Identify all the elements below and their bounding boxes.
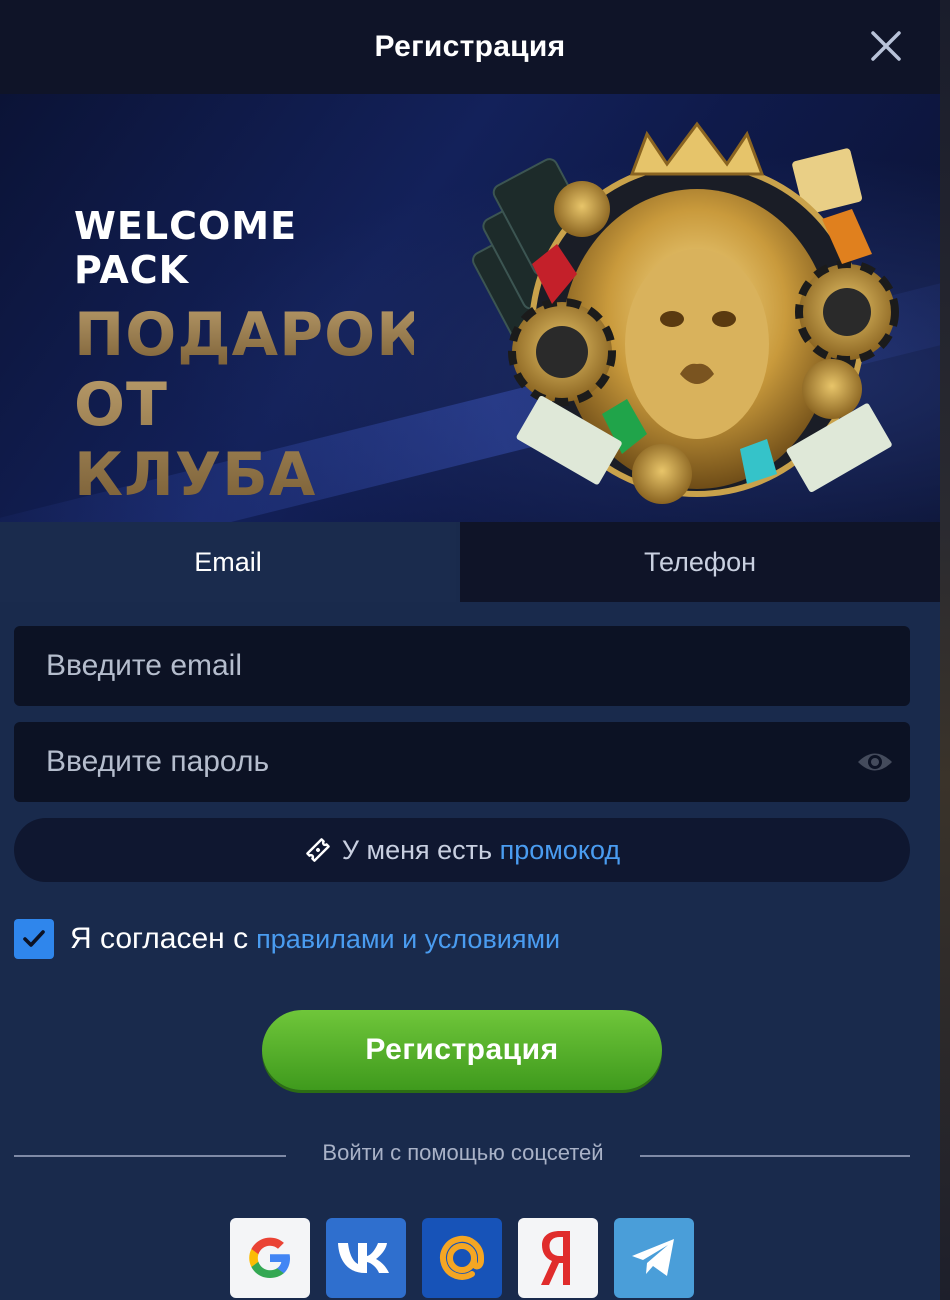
check-icon [23,930,45,947]
password-field-wrapper [14,722,910,802]
password-input[interactable] [46,745,806,779]
telegram-icon [632,1239,674,1276]
social-login-caption: Войти с помощью соцсетей [322,1140,604,1165]
mail-at-icon [440,1235,485,1280]
promo-banner: WELCOME PACK ПОДАРОК ОТ КЛУБА [0,94,940,522]
register-button[interactable]: Регистрация [262,1010,662,1090]
promo-link[interactable]: промокод [500,835,621,866]
ticket-icon [306,838,330,862]
modal-title: Регистрация [374,30,566,63]
yandex-login-button[interactable] [518,1218,598,1298]
email-input[interactable] [46,649,806,683]
auth-tabs: Email Телефон [0,522,940,602]
vk-login-button[interactable] [326,1218,406,1298]
banner-gift-line2: ОТ КЛУБА [74,370,414,510]
telegram-login-button[interactable] [614,1218,694,1298]
mail-login-button[interactable] [422,1218,502,1298]
banner-gift-line1: ПОДАРОК [74,300,427,370]
social-login-buttons [230,1218,694,1298]
promo-code-toggle[interactable]: У меня есть промокод [14,818,910,882]
yandex-icon [541,1231,570,1285]
terms-link[interactable]: правилами и условиями [256,924,560,955]
tab-phone[interactable]: Телефон [460,522,940,602]
google-icon [249,1237,290,1278]
lion-emblem-image [472,121,899,504]
banner-text: WELCOME PACK ПОДАРОК ОТ КЛУБА [74,204,427,510]
modal-header: Регистрация [0,0,940,94]
eye-icon[interactable] [856,747,894,777]
close-icon [871,31,901,61]
close-button[interactable] [868,28,904,64]
email-field-wrapper [14,626,910,706]
terms-checkbox[interactable] [14,919,54,959]
banner-welcome: WELCOME PACK [74,204,298,292]
divider-left [14,1155,286,1157]
vk-icon [338,1243,389,1273]
background-edge [940,0,950,1300]
google-login-button[interactable] [230,1218,310,1298]
terms-text: Я согласен с [70,922,249,955]
tab-email[interactable]: Email [0,522,457,602]
promo-prefix: У меня есть [341,834,493,865]
terms-agreement: Я согласен с правилами и условиями [14,918,560,960]
divider-right [640,1155,910,1157]
